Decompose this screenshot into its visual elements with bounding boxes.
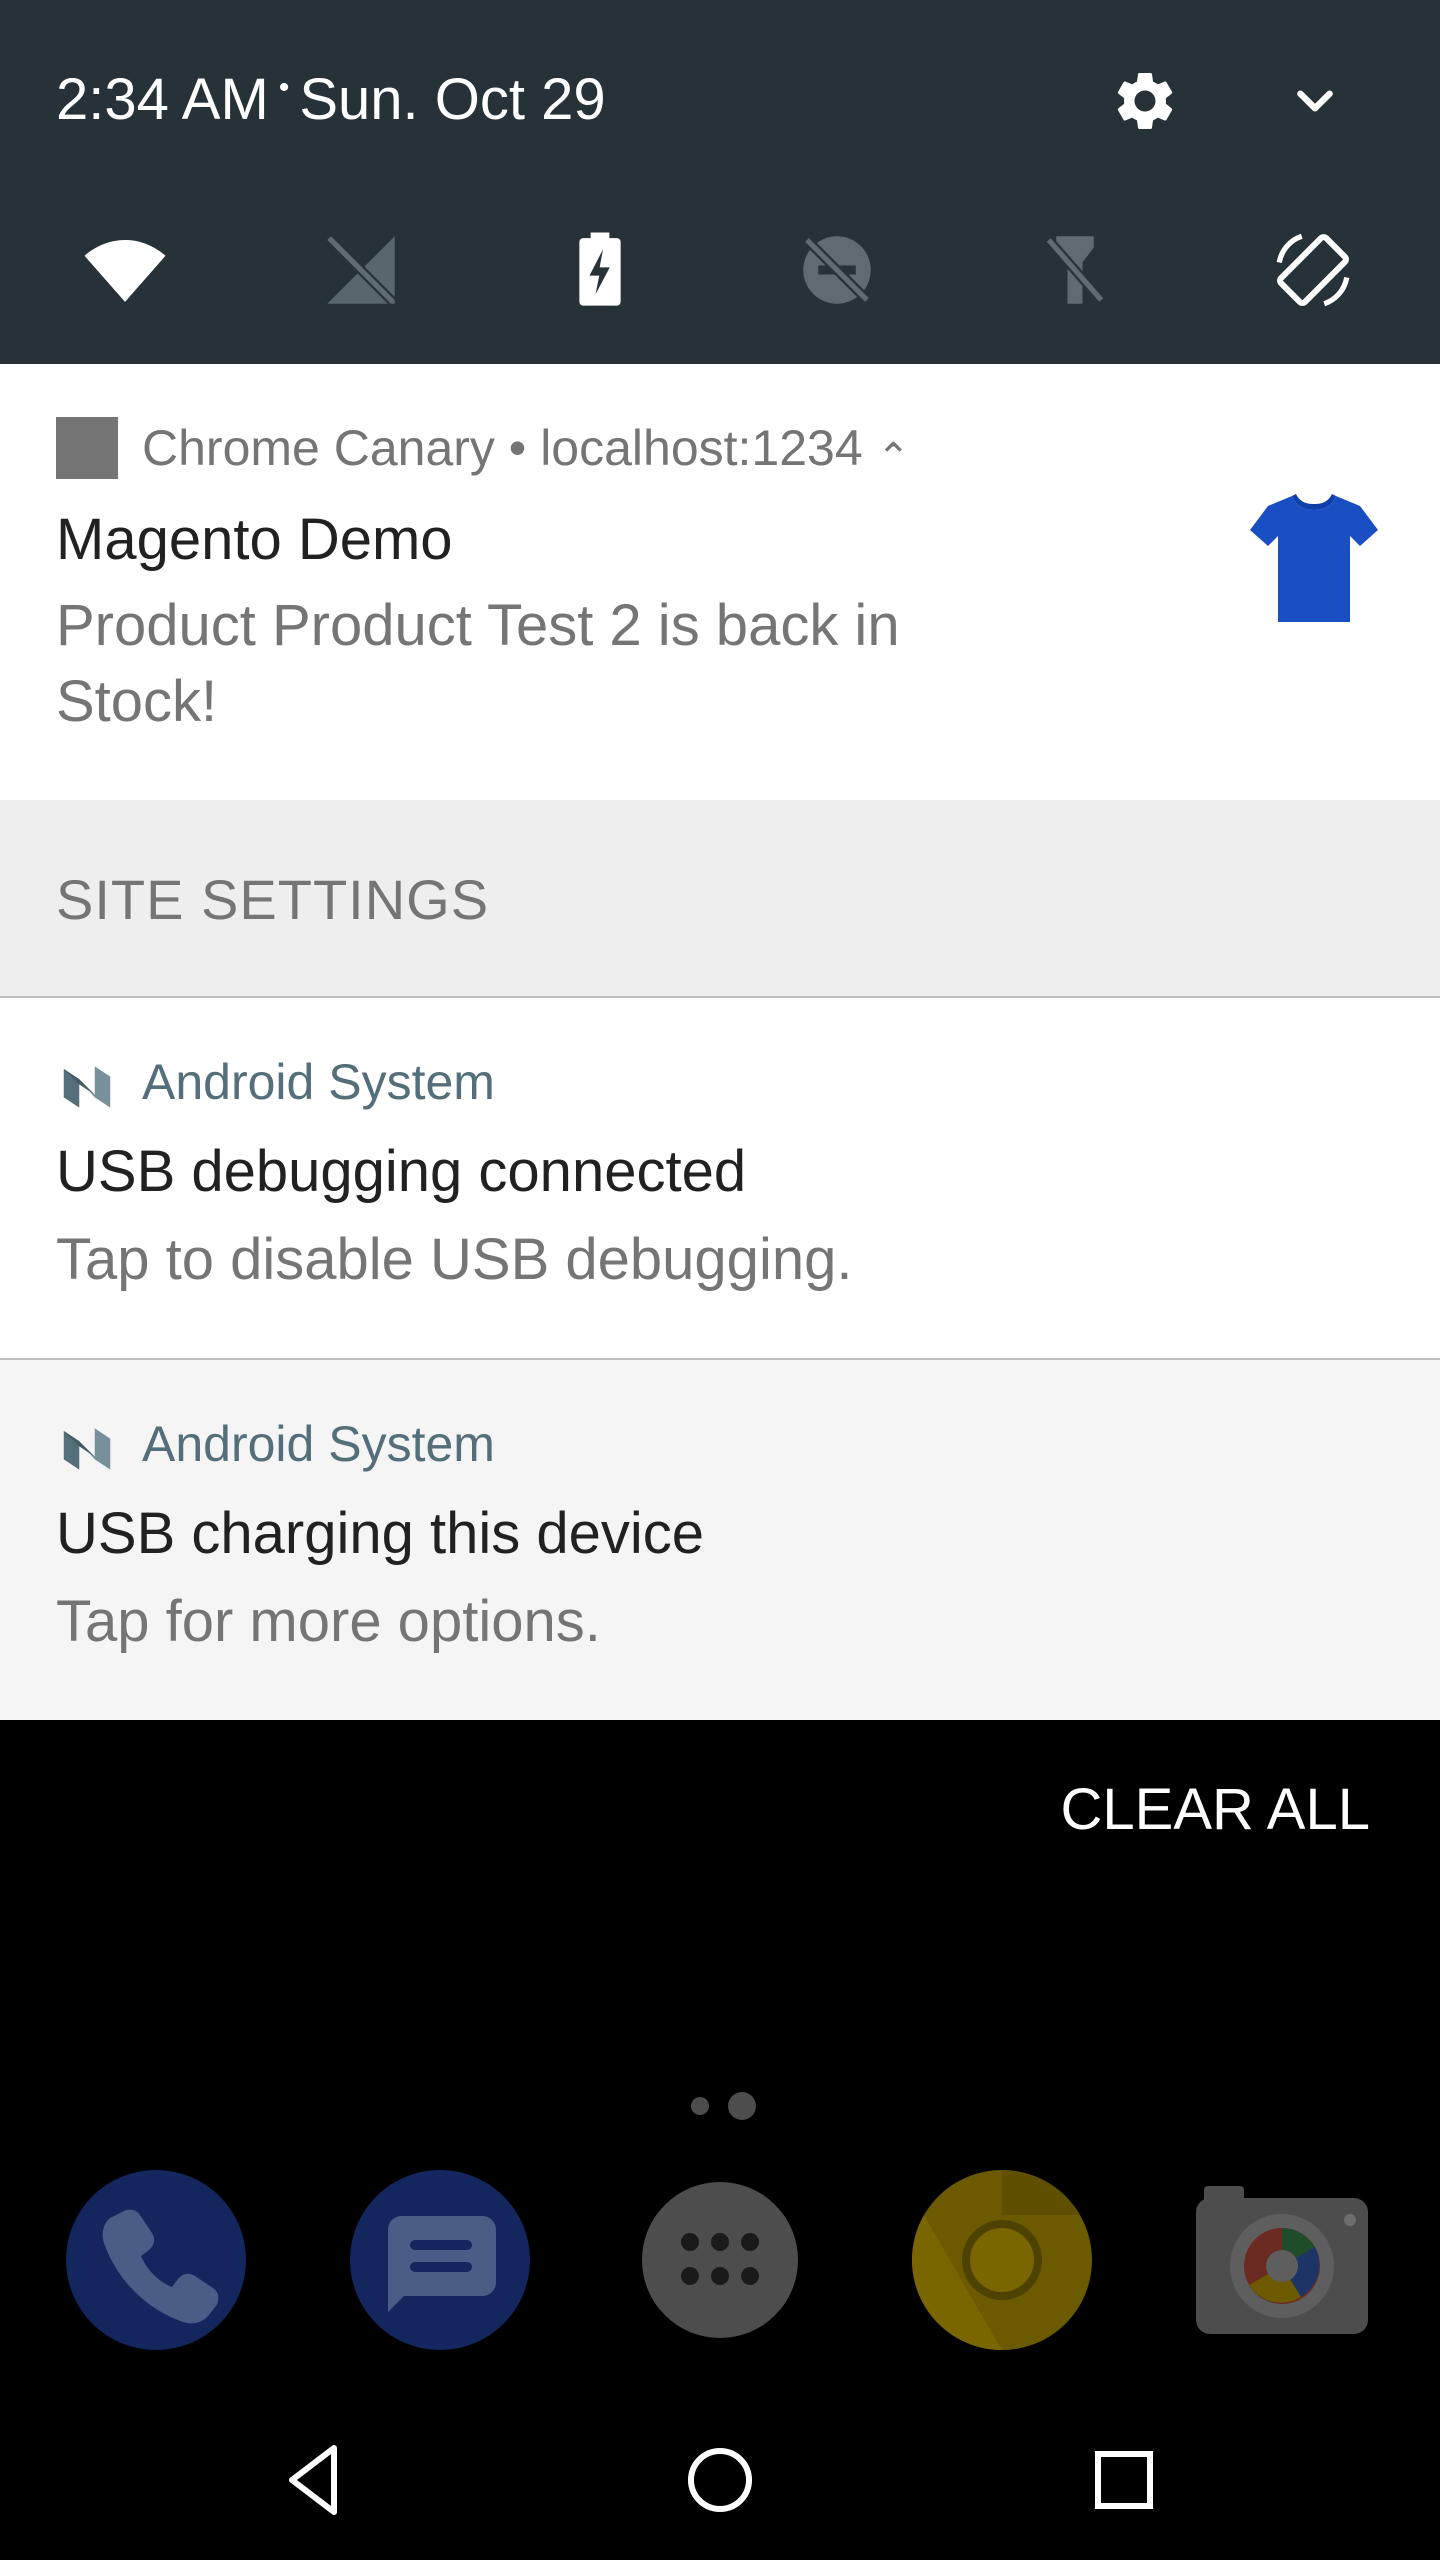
camera-icon[interactable] — [1190, 2168, 1374, 2352]
collapse-caret-icon[interactable]: ⌃ — [877, 436, 911, 480]
mobile-data-off-icon[interactable] — [316, 225, 406, 315]
chrome-canary-notification[interactable]: Chrome Canary • localhost:1234 ⌃ Magento… — [0, 364, 1440, 800]
quick-settings-panel: 2:34 AM • Sun. Oct 29 — [0, 0, 1440, 364]
notification-shade: 2:34 AM • Sun. Oct 29 Chrome Canary • lo… — [0, 0, 1440, 2560]
notification-title: USB debugging connected — [56, 1139, 747, 1204]
notification-title: USB charging this device — [56, 1501, 704, 1566]
settings-gear-icon[interactable] — [1110, 66, 1180, 136]
page-indicator — [691, 2092, 756, 2120]
notification-text: Product Product Test 2 is back in Stock! — [56, 593, 900, 734]
recents-icon[interactable] — [1078, 2434, 1170, 2526]
auto-rotate-icon[interactable] — [1268, 225, 1358, 315]
battery-charging-icon[interactable] — [555, 225, 645, 315]
notification-app-name: Chrome Canary • localhost:1234 ⌃ — [142, 420, 911, 480]
android-system-icon — [63, 1066, 111, 1108]
notification-text: Tap for more options. — [56, 1589, 601, 1654]
site-settings-button[interactable]: SITE SETTINGS — [0, 800, 1440, 998]
site-settings-label: SITE SETTINGS — [56, 868, 490, 931]
messages-icon[interactable] — [348, 2168, 532, 2352]
phone-icon[interactable] — [64, 2168, 248, 2352]
notification-text: Tap to disable USB debugging. — [56, 1227, 853, 1292]
date: Sun. Oct 29 — [299, 67, 606, 132]
blue-tshirt-image — [1250, 494, 1378, 622]
date-time[interactable]: 2:34 AM • Sun. Oct 29 — [56, 62, 606, 138]
home-icon[interactable] — [674, 2434, 766, 2526]
app-drawer-icon[interactable] — [628, 2168, 812, 2352]
notification-title: Magento Demo — [56, 507, 453, 572]
android-system-icon — [63, 1428, 111, 1470]
notification-app-name: Android System — [142, 1416, 495, 1472]
usb-charging-notification[interactable]: Android System USB charging this device … — [0, 1360, 1440, 1720]
chrome-canary-app-icon — [56, 417, 118, 479]
usb-debugging-notification[interactable]: Android System USB debugging connected T… — [0, 998, 1440, 1360]
clock: 2:34 AM — [56, 67, 269, 132]
do-not-disturb-off-icon[interactable] — [792, 225, 882, 315]
flashlight-off-icon[interactable] — [1030, 225, 1120, 315]
notification-app-name: Android System — [142, 1054, 495, 1110]
expand-chevron-icon[interactable] — [1280, 66, 1350, 136]
wifi-icon[interactable] — [80, 225, 170, 315]
back-icon[interactable] — [270, 2434, 362, 2526]
separator-dot: • — [278, 71, 290, 104]
clear-all-button[interactable]: CLEAR ALL — [1040, 1772, 1370, 1848]
chrome-canary-icon[interactable] — [910, 2168, 1094, 2352]
navigation-bar — [0, 2400, 1440, 2560]
